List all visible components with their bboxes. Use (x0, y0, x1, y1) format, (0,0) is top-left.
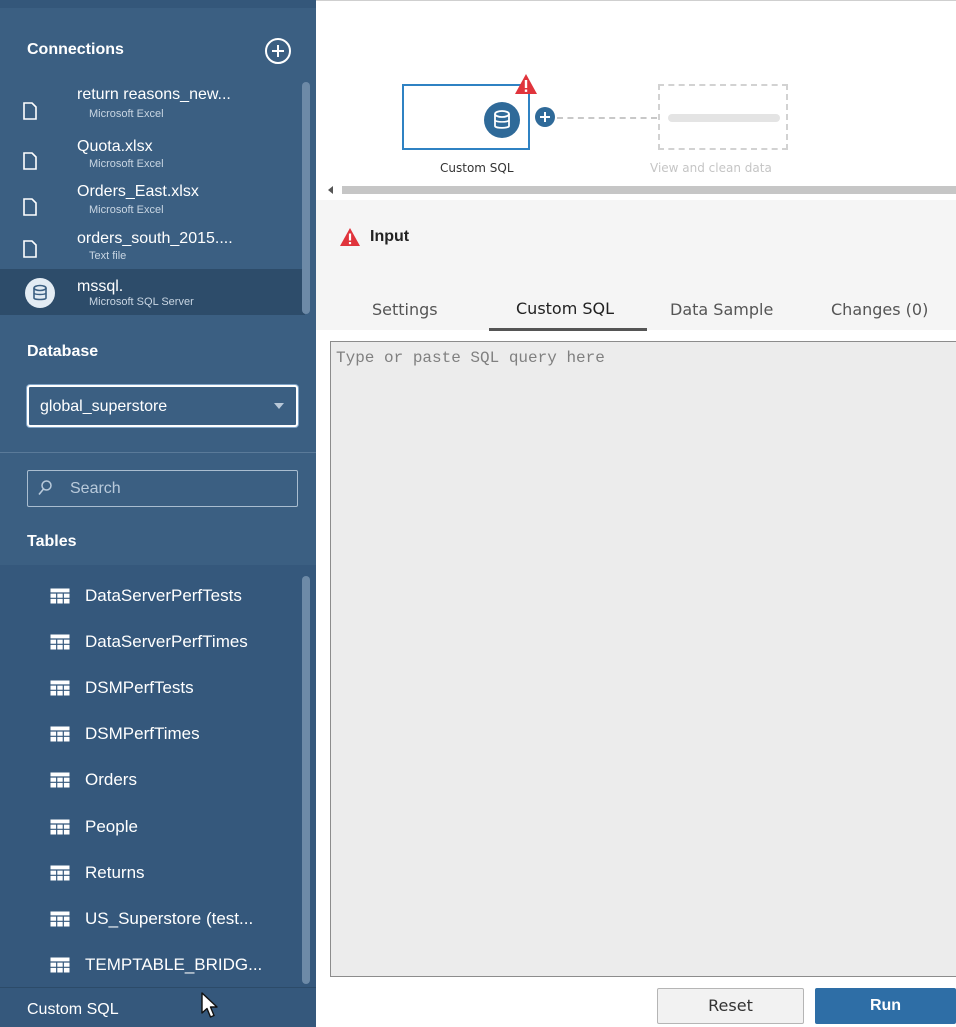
table-icon (50, 726, 70, 742)
sidebar-top-edge (0, 0, 316, 8)
scrollbar-thumb[interactable] (342, 186, 956, 194)
database-select-value: global_superstore (40, 398, 168, 415)
ghost-step-bar (668, 114, 780, 122)
connection-name: Orders_East.xlsx (77, 183, 199, 200)
panel-title: Input (370, 228, 410, 245)
table-icon (50, 634, 70, 650)
connection-type: Microsoft Excel (89, 204, 164, 216)
run-button[interactable]: Run (815, 988, 956, 1024)
connection-name: orders_south_2015.... (77, 230, 233, 247)
warning-icon (515, 74, 537, 94)
connection-type: Microsoft Excel (89, 158, 164, 170)
file-icon (23, 198, 37, 216)
tables-title: Tables (27, 533, 77, 550)
tab-data-sample[interactable]: Data Sample (670, 300, 773, 319)
divider (0, 452, 316, 453)
table-icon (50, 680, 70, 696)
sidebar: Connections return reasons_new... Micros… (0, 0, 316, 1027)
table-label: Orders (85, 770, 137, 789)
node-label: Custom SQL (440, 161, 514, 175)
scroll-left-icon[interactable] (328, 186, 333, 194)
mouse-cursor-icon (201, 992, 218, 1018)
connection-item[interactable]: orders_south_2015.... Text file (0, 224, 305, 272)
tables-list: DataServerPerfTests DataServerPerfTimes … (0, 565, 316, 987)
database-icon (484, 102, 520, 138)
table-label: DataServerPerfTimes (85, 632, 248, 651)
table-icon (50, 588, 70, 604)
table-label: US_Superstore (test... (85, 909, 254, 928)
table-icon (50, 772, 70, 788)
ghost-step-label: View and clean data (650, 161, 772, 175)
table-icon (50, 865, 70, 881)
sql-editor[interactable]: Type or paste SQL query here (330, 341, 956, 977)
file-icon (23, 152, 37, 170)
connection-type: Microsoft SQL Server (89, 296, 194, 308)
tab-settings[interactable]: Settings (372, 300, 438, 319)
ghost-step-node[interactable] (658, 84, 788, 150)
connections-scrollbar[interactable] (302, 82, 310, 314)
reset-button[interactable]: Reset (657, 988, 804, 1024)
tab-custom-sql[interactable]: Custom SQL (516, 299, 614, 318)
connection-name: Quota.xlsx (77, 138, 153, 155)
add-connection-icon[interactable] (265, 38, 291, 64)
table-icon (50, 819, 70, 835)
connections-title: Connections (27, 41, 124, 58)
table-label: DSMPerfTimes (85, 724, 200, 743)
file-icon (23, 102, 37, 120)
table-label: People (85, 817, 138, 836)
tables-scrollbar[interactable] (302, 576, 310, 984)
connection-name: mssql. (77, 278, 124, 295)
table-label: Returns (85, 863, 145, 882)
chevron-down-icon (274, 403, 284, 409)
table-icon (50, 957, 70, 973)
table-icon (50, 911, 70, 927)
custom-sql-bar: Custom SQL (0, 987, 316, 1027)
connection-item[interactable]: Quota.xlsx Microsoft Excel (0, 134, 305, 182)
add-step-icon[interactable] (535, 107, 555, 127)
sql-editor-placeholder: Type or paste SQL query here (336, 349, 605, 367)
table-label: DataServerPerfTests (85, 586, 242, 605)
connection-type: Text file (89, 250, 127, 262)
flow-horizontal-scrollbar[interactable] (326, 185, 956, 195)
tab-changes[interactable]: Changes (0) (831, 300, 928, 319)
search-input[interactable]: Search (27, 470, 298, 507)
search-icon (38, 480, 52, 496)
connection-item[interactable]: return reasons_new... Microsoft Excel (0, 86, 305, 134)
database-icon (25, 278, 55, 308)
search-placeholder: Search (70, 480, 121, 497)
warning-icon (340, 228, 360, 246)
active-tab-indicator (489, 328, 647, 331)
custom-sql-link[interactable]: Custom SQL (27, 1001, 119, 1019)
table-label: TEMPTABLE_BRIDG... (85, 955, 263, 974)
flow-canvas[interactable]: Custom SQL View and clean data (316, 0, 956, 200)
connection-name: return reasons_new... (77, 86, 231, 103)
connection-type: Microsoft Excel (89, 108, 164, 120)
database-select[interactable]: global_superstore (27, 385, 298, 427)
input-panel-header: Input Settings Custom SQL Data Sample Ch… (316, 200, 956, 331)
database-title: Database (27, 343, 99, 360)
file-icon (23, 240, 37, 258)
table-label: DSMPerfTests (85, 678, 194, 697)
flow-connector (557, 117, 657, 119)
connection-item[interactable]: Orders_East.xlsx Microsoft Excel (0, 180, 305, 228)
